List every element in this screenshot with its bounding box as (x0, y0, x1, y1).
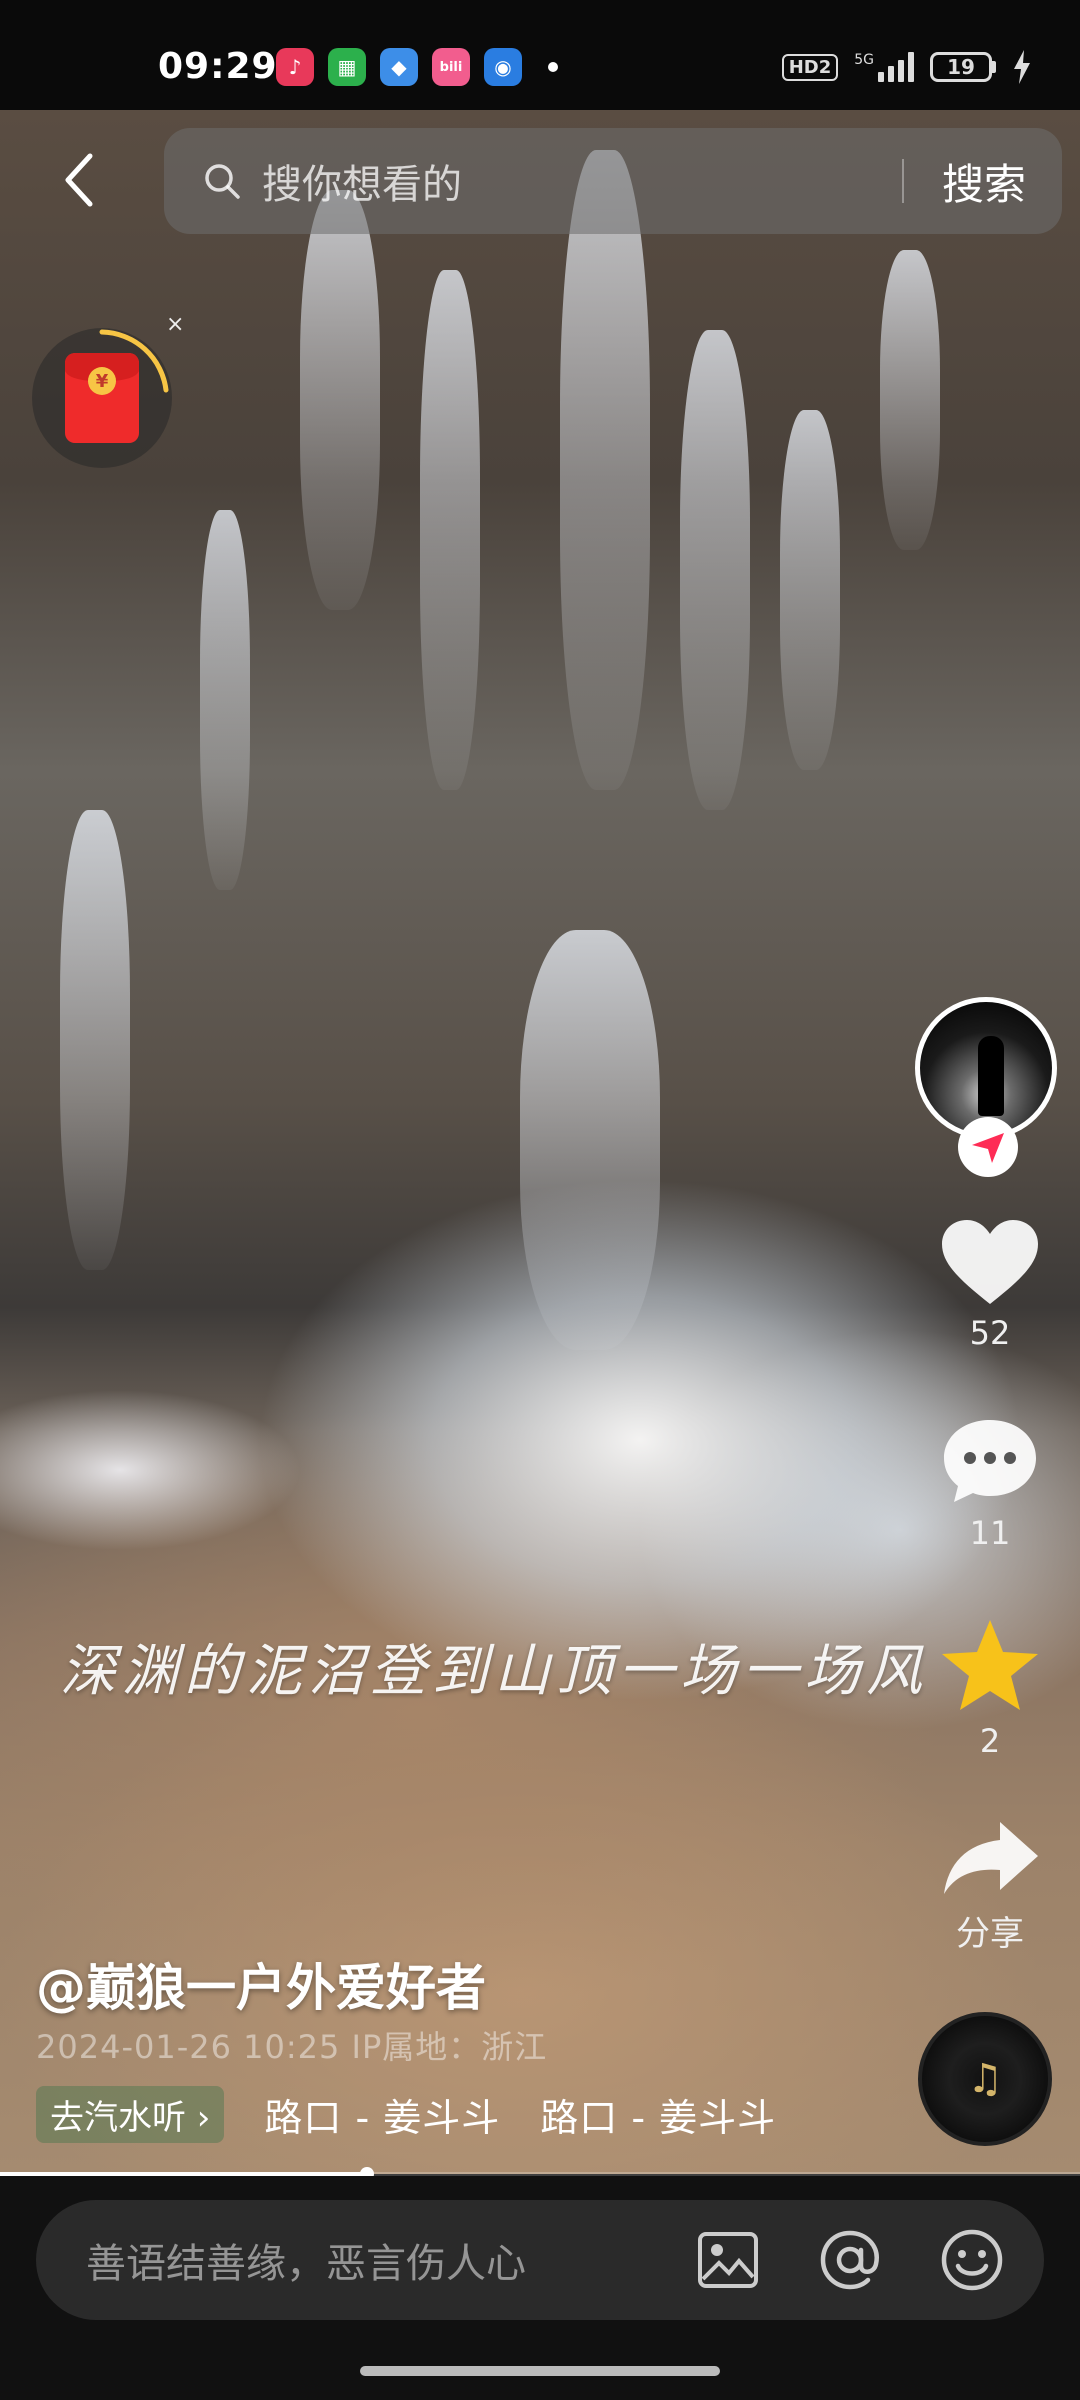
follow-plus-icon (972, 1133, 1004, 1163)
music-app-icon: ♪ (276, 48, 314, 86)
heart-icon (942, 1220, 1038, 1304)
at-icon (820, 2230, 879, 2290)
signal-icon: 5G (854, 52, 914, 82)
back-arrow-icon[interactable] (58, 150, 98, 210)
home-indicator[interactable] (360, 2366, 720, 2376)
mention-button[interactable] (818, 2228, 882, 2292)
share-button[interactable]: 分享 (920, 1818, 1060, 1955)
hd-voice-badge: HD2 (781, 53, 839, 81)
browser-app-icon: ◉ (484, 48, 522, 86)
more-notifications-dot (548, 62, 558, 72)
red-envelope-icon: ¥ (65, 353, 139, 443)
charging-icon (1014, 50, 1030, 84)
video-caption-text: 深渊的泥沼登到山顶一场一场风 (60, 1639, 928, 1704)
search-button[interactable]: 搜索 (904, 151, 1062, 212)
post-bottom-row: 去汽水听 › 路口 - 姜斗斗 路口 - 姜斗斗 (36, 2086, 776, 2143)
battery-icon: 19 (930, 52, 996, 82)
comment-input-bar[interactable]: 善语结善缘，恶言伤人心 (36, 2200, 1044, 2320)
red-packet-widget[interactable]: ¥ (32, 328, 172, 468)
comment-count: 11 (969, 1514, 1011, 1552)
bilibili-app-icon: bili (432, 48, 470, 86)
music-title[interactable]: 路口 - 姜斗斗 (264, 2087, 500, 2142)
author-name[interactable]: @巅狼一户外爱好者 (36, 1948, 486, 2020)
emoji-icon (941, 2229, 1003, 2291)
search-input[interactable]: 搜你想看的 (262, 152, 902, 210)
image-icon (698, 2232, 758, 2288)
search-bar[interactable]: 搜你想看的 搜索 (164, 128, 1062, 234)
like-count: 52 (969, 1314, 1011, 1352)
share-label: 分享 (956, 1914, 1024, 1954)
status-time: 09:29 (158, 46, 278, 87)
comment-button[interactable]: 11 (920, 1416, 1060, 1552)
music-title-repeat[interactable]: 路口 - 姜斗斗 (540, 2087, 776, 2142)
favorite-count: 2 (979, 1722, 1001, 1760)
status-indicators: HD2 5G 19 (781, 50, 1032, 84)
red-packet-close-button[interactable]: × (166, 312, 184, 337)
blue-app-icon: ◆ (380, 48, 418, 86)
share-arrow-icon (944, 1822, 1038, 1894)
comment-icon (944, 1420, 1036, 1502)
notification-app-icons: ♪ ▦ ◆ bili ◉ (276, 48, 558, 86)
post-meta: 2024-01-26 10:25 IP属地：浙江 (36, 2028, 548, 2066)
emoji-button[interactable] (940, 2228, 1004, 2292)
music-disc-icon[interactable]: ♫ (918, 2012, 1052, 2146)
qishui-listen-link[interactable]: 去汽水听 › (36, 2086, 225, 2143)
comment-input[interactable]: 善语结善缘，恶言伤人心 (86, 2231, 696, 2289)
green-app-icon: ▦ (328, 48, 366, 86)
status-bar: 09:29 ♪ ▦ ◆ bili ◉ HD2 5G 19 (0, 0, 1080, 110)
follow-button[interactable] (958, 1117, 1018, 1177)
search-icon (205, 164, 240, 199)
like-button[interactable]: 52 (920, 1218, 1060, 1352)
image-button[interactable] (696, 2228, 760, 2292)
star-icon (942, 1620, 1038, 1710)
favorite-button[interactable]: 2 (920, 1618, 1060, 1760)
